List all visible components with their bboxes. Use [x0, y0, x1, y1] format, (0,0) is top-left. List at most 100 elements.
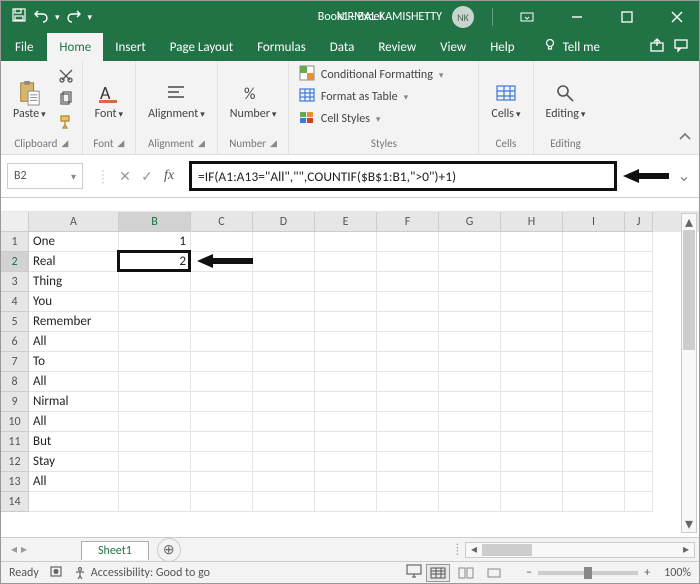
cell[interactable] [119, 412, 191, 432]
cell[interactable] [501, 392, 563, 412]
cell[interactable] [563, 432, 625, 452]
cell[interactable] [253, 432, 315, 452]
save-icon[interactable] [11, 7, 27, 27]
copy-icon[interactable] [58, 91, 74, 112]
row-header[interactable]: 14 [1, 492, 29, 512]
row-header[interactable]: 1 [1, 232, 29, 252]
cell[interactable] [191, 332, 253, 352]
cell[interactable] [563, 472, 625, 492]
cell[interactable] [191, 432, 253, 452]
tab-view[interactable]: View [428, 33, 478, 61]
cut-icon[interactable] [58, 68, 74, 89]
cell[interactable] [563, 272, 625, 292]
cell[interactable] [501, 292, 563, 312]
cell[interactable] [501, 252, 563, 272]
cell[interactable]: Stay [29, 452, 119, 472]
macro-record-icon[interactable] [49, 564, 63, 582]
spreadsheet-grid[interactable]: ABCDEFGHIJ1One12Real23Thing4You5Remember… [1, 212, 699, 512]
cell[interactable] [439, 372, 501, 392]
tab-file[interactable]: File [1, 33, 47, 61]
cell[interactable] [625, 292, 653, 312]
collapse-ribbon-icon[interactable] [677, 129, 693, 150]
cell[interactable] [253, 352, 315, 372]
cell-styles-button[interactable]: Cell Styles ▾ [299, 109, 469, 129]
cell[interactable] [377, 392, 439, 412]
cell[interactable]: To [29, 352, 119, 372]
column-header[interactable]: A [29, 212, 119, 232]
accessibility-status[interactable]: Accessibility: Good to go [73, 566, 210, 580]
row-header[interactable]: 5 [1, 312, 29, 332]
scroll-down-icon[interactable]: ▾ [682, 516, 696, 532]
column-header[interactable]: D [253, 212, 315, 232]
cell[interactable] [439, 292, 501, 312]
scrollbar-thumb[interactable] [482, 544, 532, 556]
column-header[interactable]: B [119, 212, 191, 232]
cell[interactable] [625, 472, 653, 492]
cell[interactable] [315, 432, 377, 452]
cell[interactable]: All [29, 332, 119, 352]
cell[interactable] [377, 292, 439, 312]
cell[interactable] [119, 312, 191, 332]
cell[interactable] [439, 312, 501, 332]
zoom-out-icon[interactable]: − [526, 566, 532, 580]
cell[interactable] [119, 472, 191, 492]
cell[interactable] [625, 232, 653, 252]
column-header[interactable]: C [191, 212, 253, 232]
cell[interactable] [563, 312, 625, 332]
cell[interactable] [563, 392, 625, 412]
cell[interactable] [625, 412, 653, 432]
cell[interactable] [501, 332, 563, 352]
cell[interactable] [439, 332, 501, 352]
cell[interactable] [625, 352, 653, 372]
cell[interactable] [563, 232, 625, 252]
cell[interactable] [563, 332, 625, 352]
cell[interactable] [119, 272, 191, 292]
cell[interactable] [625, 332, 653, 352]
cell[interactable] [315, 352, 377, 372]
cell[interactable] [191, 492, 253, 512]
undo-icon[interactable] [33, 7, 49, 27]
cell[interactable] [315, 492, 377, 512]
row-header[interactable]: 8 [1, 372, 29, 392]
cell[interactable] [253, 292, 315, 312]
cell[interactable] [563, 492, 625, 512]
row-header[interactable]: 2 [1, 252, 29, 272]
cell[interactable]: Real [29, 252, 119, 272]
cell[interactable] [191, 452, 253, 472]
cell[interactable] [501, 372, 563, 392]
cell[interactable] [119, 432, 191, 452]
page-layout-view-icon[interactable] [454, 564, 478, 582]
cell[interactable] [191, 312, 253, 332]
cell[interactable] [191, 412, 253, 432]
row-header[interactable]: 12 [1, 452, 29, 472]
comments-icon[interactable] [673, 37, 689, 57]
row-header[interactable]: 4 [1, 292, 29, 312]
cell[interactable] [377, 452, 439, 472]
zoom-in-icon[interactable]: + [644, 566, 650, 580]
cell[interactable] [377, 372, 439, 392]
cell[interactable] [563, 292, 625, 312]
cell[interactable] [625, 252, 653, 272]
ribbon-options-icon[interactable] [505, 1, 549, 33]
cell[interactable] [501, 472, 563, 492]
cell[interactable] [439, 452, 501, 472]
display-settings-icon[interactable] [406, 564, 422, 582]
cell[interactable] [377, 232, 439, 252]
cell[interactable] [315, 312, 377, 332]
cell[interactable] [501, 452, 563, 472]
cell[interactable] [119, 332, 191, 352]
number-button[interactable]: % Number▾ [226, 79, 281, 123]
font-button[interactable]: A Font▾ [91, 79, 127, 123]
sheet-nav[interactable]: ◂▸ [1, 542, 81, 557]
cell[interactable] [253, 312, 315, 332]
cell[interactable] [439, 392, 501, 412]
cell[interactable] [501, 412, 563, 432]
cell[interactable] [253, 392, 315, 412]
scroll-left-icon[interactable]: ◂ [466, 543, 482, 557]
row-header[interactable]: 6 [1, 332, 29, 352]
cell[interactable]: All [29, 412, 119, 432]
cell[interactable] [439, 232, 501, 252]
cell[interactable] [439, 472, 501, 492]
cell[interactable] [377, 252, 439, 272]
cell[interactable] [501, 312, 563, 332]
